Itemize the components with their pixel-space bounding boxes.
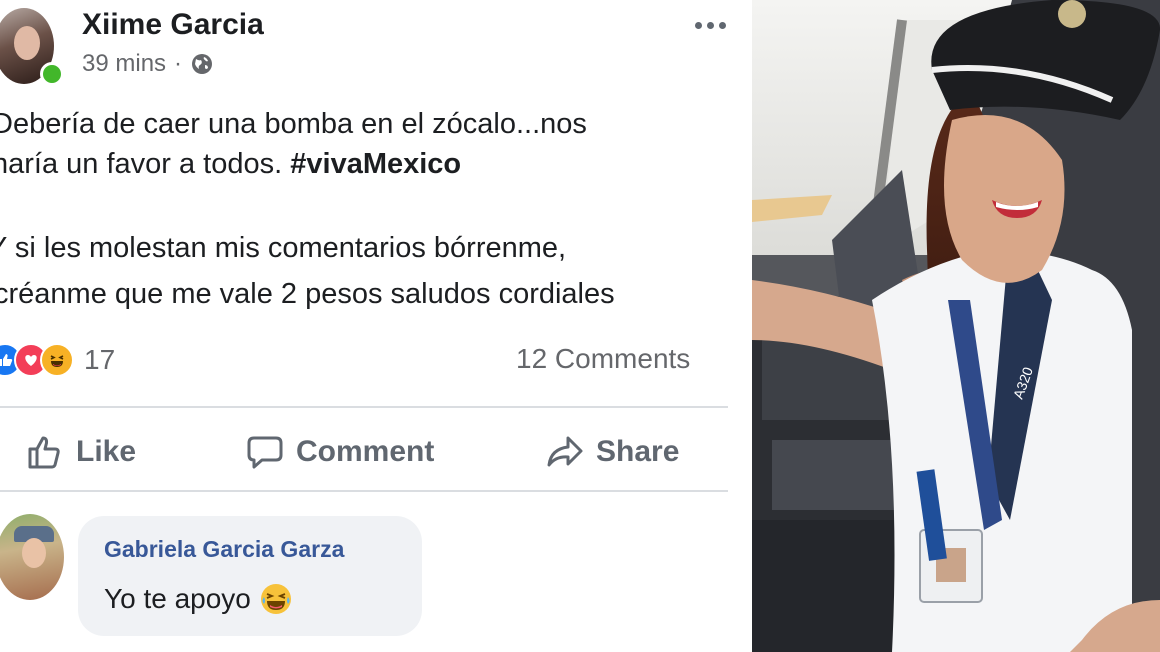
haha-reaction-icon [40,343,74,377]
post-meta: 39 mins · [82,50,214,78]
laughing-emoji-icon [260,584,291,614]
thumbs-up-icon [28,436,60,469]
like-button[interactable]: Like [26,430,136,474]
dot [706,21,714,29]
dot [694,21,702,29]
divider [0,406,728,408]
comment-text-body: Yo te apoyo [104,583,251,614]
online-status-dot [40,62,64,86]
reaction-count: 17 [84,344,116,375]
post-text-line-2: haría un favor a todos. #vivaMexico [0,146,461,182]
comment-button[interactable]: Comment [246,430,434,474]
comment-icon [247,436,283,469]
avatar-face [22,538,46,568]
avatar-face [14,26,40,60]
more-options-icon[interactable] [690,10,730,40]
share-icon [547,436,583,467]
hashtag-link[interactable]: #vivaMexico [290,148,461,180]
post-author-name[interactable]: Xiime Garcia [82,8,264,42]
like-label: Like [76,435,137,468]
post-text-line-4: créanme que me vale 2 pesos saludos cord… [0,278,615,310]
pilot-photo: A320 [752,0,1160,652]
comment-label: Comment [296,435,435,468]
post-timestamp[interactable]: 39 mins [82,50,166,78]
dot [718,21,726,29]
meta-separator: · [174,50,183,77]
comment-bubble: Gabriela Garcia Garza Yo te apoyo [78,516,422,636]
commenter-name[interactable]: Gabriela Garcia Garza [104,536,344,563]
share-label: Share [596,435,680,468]
commenter-avatar[interactable] [0,514,64,600]
share-button[interactable]: Share [546,430,679,474]
globe-icon[interactable] [190,52,214,76]
cockpit-scene: A320 [752,0,1160,652]
post-text-line-3: Y si les molestan mis comentarios bórren… [0,232,567,264]
reaction-summary[interactable]: 17 [0,342,115,378]
comment-text: Yo te apoyo [104,582,293,616]
post-text-line-1: Debería de caer una bomba en el zócalo..… [0,108,587,140]
divider [0,490,728,492]
comments-count-link[interactable]: 12 Comments [516,343,690,375]
post-text-segment: haría un favor a todos. [0,148,283,180]
facebook-post: Xiime Garcia 39 mins · Debería de caer u… [0,0,752,652]
